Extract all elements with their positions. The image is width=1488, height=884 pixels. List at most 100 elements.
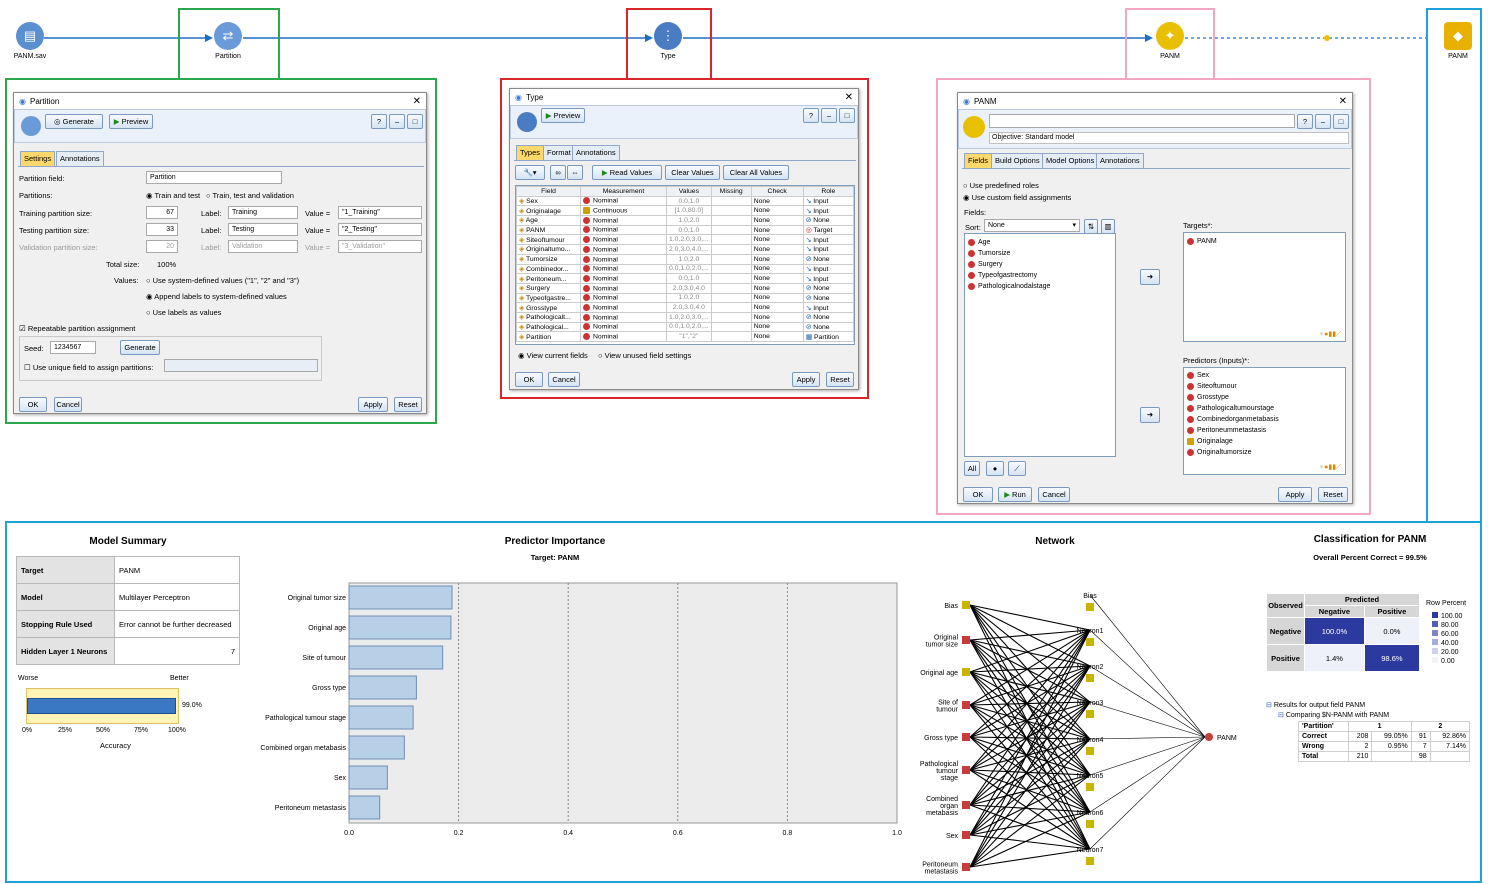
cell-measurement[interactable]: Nominal: [580, 253, 667, 265]
col-measurement[interactable]: Measurement: [580, 186, 667, 197]
list-tools-icon[interactable]: ♀●▮▮⟋: [1319, 463, 1341, 472]
apply-button[interactable]: Apply: [358, 397, 388, 412]
sort-select[interactable]: None ▾: [984, 219, 1080, 232]
cell-measurement[interactable]: Nominal: [580, 292, 667, 304]
seed-generate-button[interactable]: Generate: [120, 340, 160, 355]
cell-missing[interactable]: [710, 331, 752, 342]
table-row[interactable]: ◈ Combinedor... Nominal 0.0,1.0,2.0,... Non…: [516, 263, 854, 275]
testing-size-spinner[interactable]: 33: [146, 223, 178, 236]
cell-check[interactable]: None: [750, 273, 804, 284]
cell-values[interactable]: 0.0,1.0,2.0,...: [666, 321, 712, 333]
seed-input[interactable]: 1234567: [50, 341, 96, 354]
view-button-1[interactable]: ∞: [550, 165, 566, 180]
radio-view-unused[interactable]: ○ View unused field settings: [598, 351, 691, 360]
cell-missing[interactable]: [710, 292, 752, 304]
cell-values[interactable]: 1.0,2.0: [666, 253, 712, 265]
cell-check[interactable]: None: [750, 205, 804, 217]
generate-button[interactable]: ◎ Generate: [45, 114, 103, 129]
list-item[interactable]: Typeofgastrectomy: [968, 270, 1112, 281]
tab-build-options[interactable]: Build Options: [991, 153, 1044, 169]
list-item[interactable]: Siteoftumour: [1187, 381, 1342, 392]
continuous-filter-button[interactable]: ⟋: [1008, 461, 1026, 476]
tab-annotations[interactable]: Annotations: [56, 151, 104, 167]
list-item[interactable]: Combinedorganmetabasis: [1187, 414, 1342, 425]
cell-missing[interactable]: [710, 302, 752, 313]
cell-check[interactable]: None: [750, 263, 804, 275]
model-name-input[interactable]: [989, 114, 1295, 128]
cell-check[interactable]: None: [750, 282, 804, 294]
close-icon[interactable]: ✕: [413, 96, 421, 107]
cell-check[interactable]: None: [750, 321, 804, 333]
tab-annotations[interactable]: Annotations: [1096, 153, 1144, 169]
cell-values[interactable]: 0.0,1.0: [666, 195, 712, 207]
cell-check[interactable]: None: [750, 195, 804, 207]
sort-order-button[interactable]: ⇅: [1084, 219, 1098, 234]
cell-measurement[interactable]: Continuous: [580, 205, 667, 217]
col-field[interactable]: Field: [516, 186, 581, 197]
list-item[interactable]: Grosstype: [1187, 392, 1342, 403]
bar[interactable]: [348, 585, 453, 610]
move-to-predictors-button[interactable]: ➜: [1140, 407, 1160, 423]
help-button[interactable]: ?: [371, 114, 387, 129]
cell-missing[interactable]: [710, 215, 752, 226]
list-item[interactable]: PANM: [1187, 236, 1342, 247]
radio-system-values[interactable]: ○ Use system-defined values ("1", "2" an…: [146, 276, 299, 285]
cell-values[interactable]: 0.0,1.0: [666, 273, 712, 284]
cell-missing[interactable]: [710, 321, 752, 333]
reset-button[interactable]: Reset: [1318, 487, 1348, 502]
table-row[interactable]: ◈ Pathologicalt... Nominal 1.0,2.0,3.0,...…: [516, 311, 854, 323]
col-values[interactable]: Values: [666, 186, 712, 197]
training-label-input[interactable]: Training: [228, 206, 298, 219]
cell-values[interactable]: 1.0,2.0,3.0,...: [666, 311, 712, 323]
bar[interactable]: [348, 675, 417, 700]
bar[interactable]: [348, 735, 405, 760]
cell-role[interactable]: ⊘ None: [802, 311, 854, 323]
tab-types[interactable]: Types: [516, 145, 545, 161]
list-item[interactable]: Peritoneummetastasis: [1187, 425, 1342, 436]
table-row[interactable]: ◈ Partition Nominal "1","2" None ▦ Partition: [516, 331, 854, 342]
cell-missing[interactable]: [710, 311, 752, 323]
bar[interactable]: [348, 615, 452, 640]
cell-missing[interactable]: [710, 234, 752, 246]
table-row[interactable]: ◈ PANM Nominal 0.0,1.0 None ◎ Target: [516, 224, 854, 236]
unique-field-select[interactable]: [164, 359, 318, 372]
testing-value-input[interactable]: "2_Testing": [338, 223, 422, 236]
radio-train-test[interactable]: ◉ Train and test: [146, 191, 200, 200]
cell-role[interactable]: ↘ Input: [802, 302, 854, 313]
tab-annotations[interactable]: Annotations: [572, 145, 620, 161]
cell-missing[interactable]: [710, 205, 752, 217]
minimize-button[interactable]: –: [389, 114, 405, 129]
list-item[interactable]: Sex: [1187, 370, 1342, 381]
cell-role[interactable]: ↘ Input: [802, 244, 854, 255]
cell-measurement[interactable]: Nominal: [580, 234, 667, 246]
unique-field-checkbox[interactable]: ☐ Use unique field to assign partitions:: [24, 363, 153, 372]
cell-values[interactable]: [1.0,80.0]: [666, 205, 712, 217]
table-row[interactable]: ◈ Tumorsize Nominal 1.0,2.0 None ⊘ None: [516, 253, 854, 265]
cell-role[interactable]: ⊘ None: [802, 321, 854, 333]
cell-role[interactable]: ↘ Input: [802, 205, 854, 217]
cell-missing[interactable]: [710, 273, 752, 284]
cell-role[interactable]: ⊘ None: [802, 282, 854, 294]
training-value-input[interactable]: "1_Training": [338, 206, 422, 219]
tools-button[interactable]: 🔧▾: [515, 165, 545, 180]
cell-missing[interactable]: [710, 282, 752, 294]
ok-button[interactable]: OK: [963, 487, 993, 502]
cell-check[interactable]: None: [750, 253, 804, 265]
table-row[interactable]: ◈ Surgery Nominal 2.0,3.0,4.0 None ⊘ None: [516, 282, 854, 294]
radio-custom-fields[interactable]: ◉ Use custom field assignments: [963, 193, 1071, 202]
cell-missing[interactable]: [710, 195, 752, 207]
minimize-button[interactable]: –: [821, 108, 837, 123]
table-row[interactable]: ◈ Sex Nominal 0.0,1.0 None ↘ Input: [516, 195, 854, 207]
cell-role[interactable]: ↘ Input: [802, 234, 854, 246]
read-values-button[interactable]: ▶ Read Values: [592, 165, 662, 180]
apply-button[interactable]: Apply: [792, 372, 820, 387]
cell-measurement[interactable]: Nominal: [580, 321, 667, 333]
cell-values[interactable]: 0.0,1.0,2.0,...: [666, 263, 712, 275]
cell-values[interactable]: 1.0,2.0: [666, 292, 712, 304]
cell-check[interactable]: None: [750, 234, 804, 246]
cell-missing[interactable]: [710, 253, 752, 265]
predictors-list[interactable]: Sex Siteoftumour Grosstype Pathologicaltumo…: [1183, 367, 1346, 475]
ok-button[interactable]: OK: [19, 397, 47, 412]
radio-predefined-roles[interactable]: ○ Use predefined roles: [963, 181, 1039, 190]
view-button-2[interactable]: ⇔: [567, 165, 583, 180]
